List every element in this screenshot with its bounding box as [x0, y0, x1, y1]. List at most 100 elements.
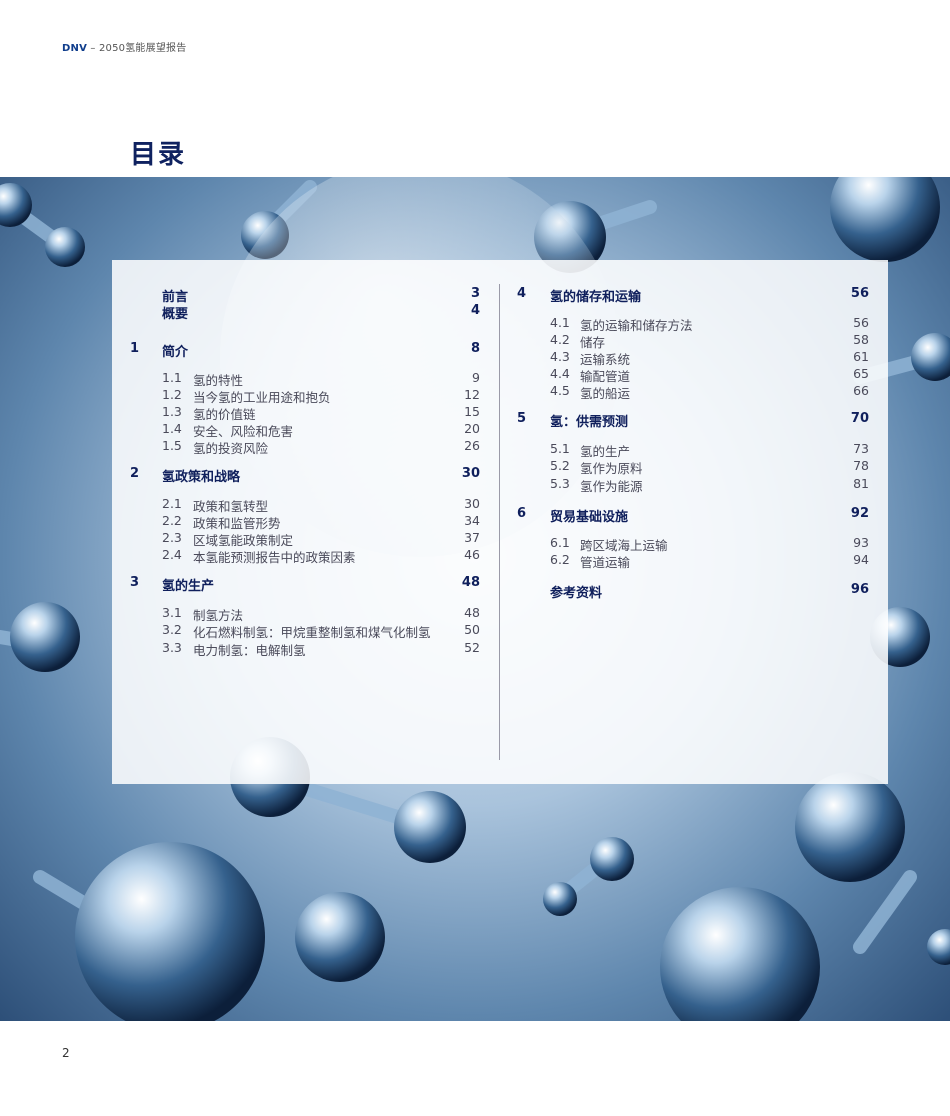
subsection-number: 5.1: [550, 441, 570, 456]
report-title: – 2050氢能展望报告: [90, 43, 187, 54]
page-title: 目录: [130, 140, 187, 170]
section-page: 70: [850, 411, 869, 426]
subsection-page: 81: [853, 476, 869, 491]
toc-subsection-entry[interactable]: 2.3 区域氢能政策制定 37: [162, 530, 480, 548]
subsection-number: 6.2: [550, 552, 570, 567]
subsection-number: 1.4: [162, 421, 182, 436]
toc-section-entry[interactable]: 前言 3: [130, 286, 480, 305]
subsection-page: 50: [464, 622, 480, 637]
section-page: 8: [470, 341, 480, 356]
toc-subsection-entry[interactable]: 5.3 氢作为能源 81: [550, 476, 869, 494]
subsection-number: 1.3: [162, 404, 182, 419]
section-page: 4: [470, 303, 480, 318]
section-page: 56: [850, 286, 869, 301]
subsection-number: 1.5: [162, 438, 182, 453]
subsection-number: 1.2: [162, 387, 182, 402]
toc-subsection-entry[interactable]: 2.2 政策和监管形势 34: [162, 513, 480, 531]
subsection-title: 氢作为能源: [580, 479, 643, 494]
subsection-number: 3.3: [162, 640, 182, 655]
toc-subsection-entry[interactable]: 2.4 本氢能预测报告中的政策因素 46: [162, 547, 480, 565]
section-number: 2: [130, 466, 140, 481]
toc-subsection-entry[interactable]: 4.4 输配管道 65: [550, 366, 869, 384]
subsection-page: 52: [464, 640, 480, 655]
subsection-number: 5.3: [550, 476, 570, 491]
subsection-page: 58: [853, 332, 869, 347]
subsection-page: 65: [853, 366, 869, 381]
toc-subsection-entry[interactable]: 3.1 制氢方法 48: [162, 605, 480, 623]
toc-section-entry[interactable]: 参考资料 96: [517, 582, 869, 601]
toc-section-entry[interactable]: 3 氢的生产 48: [130, 575, 480, 594]
toc-subsection-entry[interactable]: 6.1 跨区域海上运输 93: [550, 535, 869, 553]
section-page: 3: [470, 286, 480, 301]
subsection-page: 78: [853, 458, 869, 473]
subsection-number: 2.1: [162, 496, 182, 511]
toc-subsection-entry[interactable]: 1.3 氢的价值链 15: [162, 404, 480, 422]
toc-subsection-entry[interactable]: 1.1 氢的特性 9: [162, 370, 480, 388]
subsection-title: 本氢能预测报告中的政策因素: [193, 550, 356, 565]
subsection-page: 37: [464, 530, 480, 545]
toc-section-entry[interactable]: 1 简介 8: [130, 341, 480, 360]
toc-section-entry[interactable]: 4 氢的储存和运输 56: [517, 286, 869, 305]
subsection-page: 61: [853, 349, 869, 364]
section-page: 96: [850, 582, 869, 597]
toc-subsection-entry[interactable]: 1.5 氢的投资风险 26: [162, 438, 480, 456]
toc-subsection-entry[interactable]: 4.5 氢的船运 66: [550, 383, 869, 401]
subsection-page: 20: [464, 421, 480, 436]
section-title: 概要: [162, 307, 189, 322]
section-page: 30: [461, 466, 480, 481]
toc-section-entry[interactable]: 5 氢：供需预测 70: [517, 411, 869, 430]
subsection-title: 电力制氢：电解制氢: [193, 643, 306, 658]
toc-subsection-entry[interactable]: 6.2 管道运输 94: [550, 552, 869, 570]
section-number: 6: [517, 506, 527, 521]
subsection-page: 66: [853, 383, 869, 398]
subsection-title: 氢的投资风险: [193, 441, 269, 456]
brand-name: DNV: [62, 43, 88, 54]
toc-subsection-entry[interactable]: 4.3 运输系统 61: [550, 349, 869, 367]
toc-subsection-entry[interactable]: 1.2 当今氢的工业用途和抱负 12: [162, 387, 480, 405]
subsection-number: 6.1: [550, 535, 570, 550]
section-number: 1: [130, 341, 140, 356]
section-title: 氢政策和战略: [162, 470, 241, 485]
toc-subsection-entry[interactable]: 2.1 政策和氢转型 30: [162, 496, 480, 514]
toc-section-entry[interactable]: 2 氢政策和战略 30: [130, 466, 480, 485]
toc-subsection-entry[interactable]: 5.1 氢的生产 73: [550, 441, 869, 459]
section-number: 4: [517, 286, 527, 301]
section-page: 92: [850, 506, 869, 521]
subsection-title: 管道运输: [580, 555, 631, 570]
toc-subsection-entry[interactable]: 5.2 氢作为原料 78: [550, 458, 869, 476]
subsection-title: 氢作为原料: [580, 461, 643, 476]
subsection-number: 2.2: [162, 513, 182, 528]
subsection-number: 4.4: [550, 366, 570, 381]
toc-section-entry[interactable]: 6 贸易基础设施 92: [517, 506, 869, 525]
running-header: DNV – 2050氢能展望报告: [62, 39, 186, 54]
toc-subsection-entry[interactable]: 4.2 储存 58: [550, 332, 869, 350]
subsection-page: 56: [853, 315, 869, 330]
section-title: 氢的生产: [162, 579, 215, 594]
toc-subsection-entry[interactable]: 3.3 电力制氢：电解制氢 52: [162, 640, 480, 658]
subsection-page: 48: [464, 605, 480, 620]
subsection-number: 3.1: [162, 605, 182, 620]
subsection-number: 2.3: [162, 530, 182, 545]
toc-subsection-entry[interactable]: 1.4 安全、风险和危害 20: [162, 421, 480, 439]
subsection-page: 30: [464, 496, 480, 511]
subsection-page: 34: [464, 513, 480, 528]
subsection-title: 氢的船运: [580, 386, 631, 401]
subsection-page: 73: [853, 441, 869, 456]
subsection-page: 9: [472, 370, 480, 385]
subsection-number: 5.2: [550, 458, 570, 473]
subsection-number: 4.2: [550, 332, 570, 347]
section-number: 5: [517, 411, 527, 426]
subsection-page: 46: [464, 547, 480, 562]
subsection-page: 15: [464, 404, 480, 419]
section-number: 3: [130, 575, 140, 590]
toc-section-entry[interactable]: 概要 4: [130, 303, 480, 322]
section-title: 氢：供需预测: [550, 415, 629, 430]
toc-subsection-entry[interactable]: 3.2 化石燃料制氢：甲烷重整制氢和煤气化制氢 50: [162, 622, 480, 640]
subsection-number: 3.2: [162, 622, 182, 637]
subsection-title: 化石燃料制氢：甲烷重整制氢和煤气化制氢: [193, 625, 431, 640]
subsection-number: 1.1: [162, 370, 182, 385]
subsection-page: 94: [853, 552, 869, 567]
section-page: 48: [461, 575, 480, 590]
toc-subsection-entry[interactable]: 4.1 氢的运输和储存方法 56: [550, 315, 869, 333]
section-title: 氢的储存和运输: [550, 290, 642, 305]
